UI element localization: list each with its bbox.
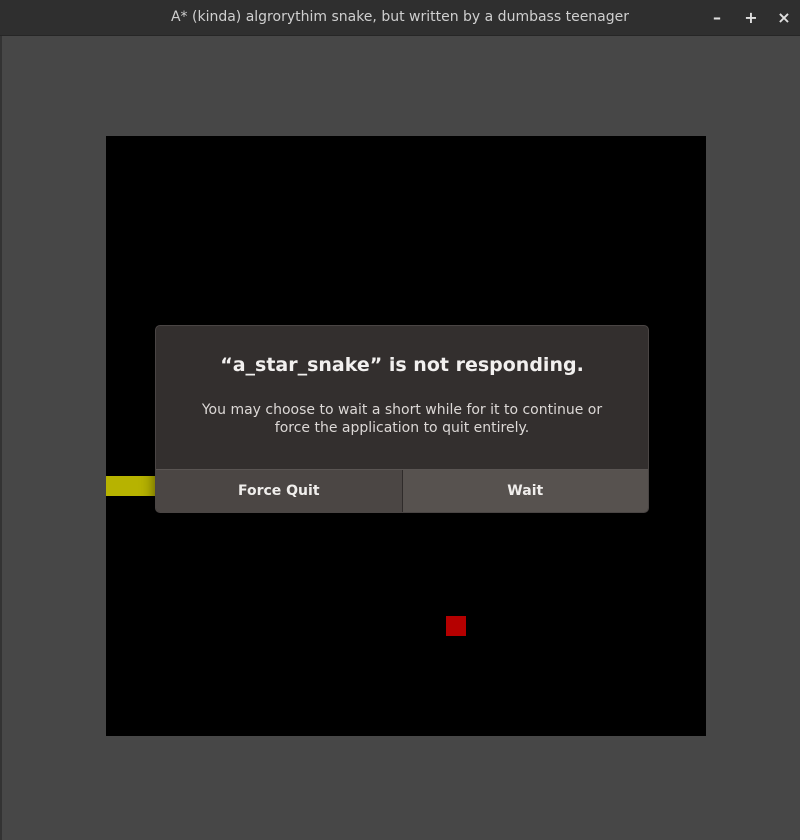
wait-button[interactable]: Wait [402,470,648,512]
not-responding-dialog: “a_star_snake” is not responding. You ma… [155,325,649,513]
dialog-button-row: Force Quit Wait [156,469,648,512]
dialog-message-line-2: force the application to quit entirely. [274,420,530,436]
dialog-message-line-1: You may choose to wait a short while for… [201,402,603,418]
close-icon[interactable]: × [769,0,799,35]
force-quit-button[interactable]: Force Quit [156,470,403,512]
minimize-icon[interactable]: – [702,0,732,35]
window-title: A* (kinda) algrorythim snake, but writte… [170,9,630,25]
title-bar[interactable]: A* (kinda) algrorythim snake, but writte… [0,0,800,36]
dialog-message: You may choose to wait a short while for… [196,401,608,437]
dialog-title: “a_star_snake” is not responding. [220,354,584,376]
food-pellet [446,616,466,636]
snake-body [106,476,156,496]
application-window: A* (kinda) algrorythim snake, but writte… [0,0,800,840]
maximize-icon[interactable]: + [736,0,766,35]
